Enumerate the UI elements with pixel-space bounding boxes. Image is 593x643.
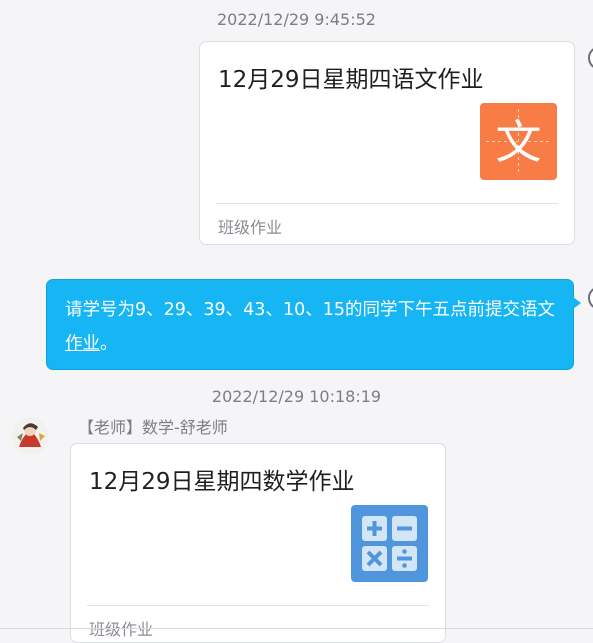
message-timestamp: 2022/12/29 10:18:19	[211, 387, 382, 406]
math-calculator-icon	[351, 505, 428, 582]
message-text-end: 。	[100, 334, 118, 354]
homework-card-math[interactable]: 12月29日星期四数学作业 班级作业	[70, 443, 446, 643]
card-title: 12月29日星期四数学作业	[89, 469, 355, 495]
message-text: 请学号为9、29、39、43、10、15的同学下午五点前提交语文	[65, 300, 555, 320]
divider	[0, 628, 593, 629]
card-title: 12月29日星期四语文作业	[218, 67, 484, 93]
message-bubble[interactable]: 请学号为9、29、39、43、10、15的同学下午五点前提交语文作业。	[46, 279, 574, 370]
avatar[interactable]	[588, 286, 593, 310]
card-footer: 班级作业	[218, 218, 283, 237]
message-timestamp: 2022/12/29 9:45:52	[217, 10, 376, 29]
homework-card-chinese[interactable]: 12月29日星期四语文作业 文 班级作业	[199, 41, 575, 245]
homework-link[interactable]: 作业	[65, 334, 100, 354]
svg-text:文: 文	[496, 115, 542, 169]
chinese-subject-icon: 文	[480, 103, 557, 180]
sender-avatar[interactable]	[11, 417, 49, 455]
avatar[interactable]	[588, 46, 593, 70]
sender-name: 【老师】数学-舒老师	[78, 418, 228, 437]
bubble-tail	[573, 297, 581, 309]
card-divider	[216, 203, 558, 204]
card-divider	[87, 605, 429, 606]
